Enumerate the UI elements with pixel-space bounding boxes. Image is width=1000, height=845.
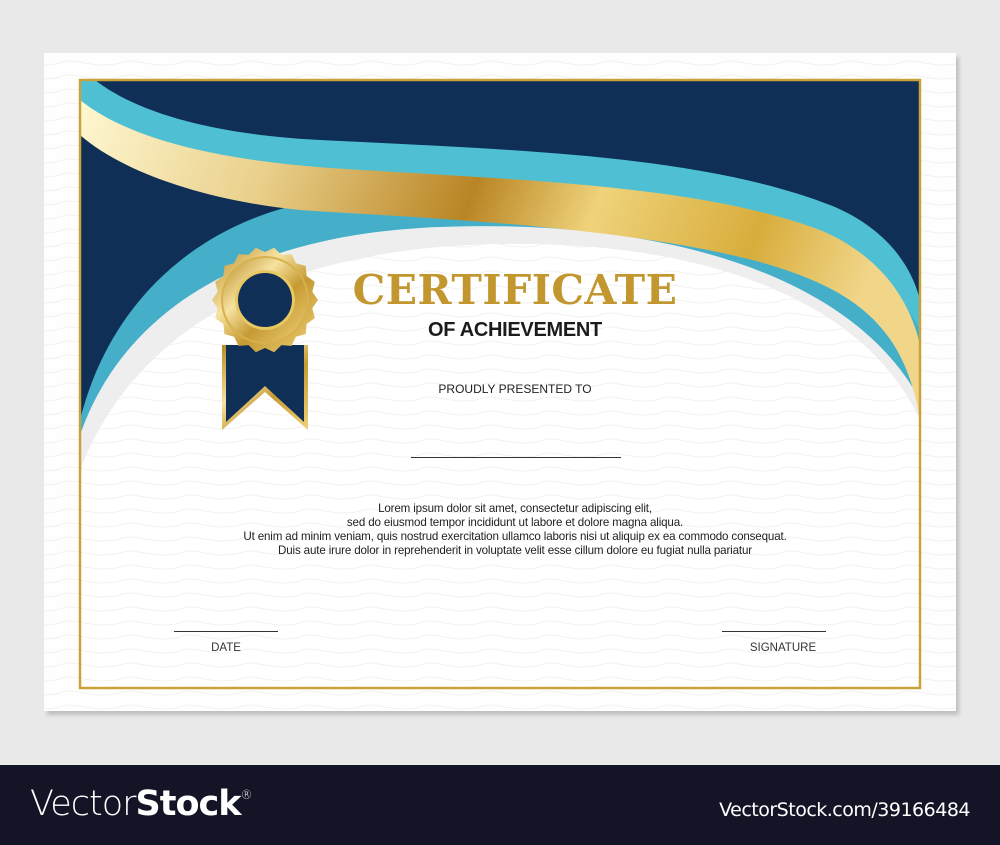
certificate-artwork <box>44 53 956 711</box>
date-line <box>174 631 278 632</box>
signature-line <box>722 631 826 632</box>
certificate-title: CERTIFICATE <box>352 266 678 314</box>
body-line: Duis aute irure dolor in reprehenderit i… <box>278 544 752 557</box>
certificate-subtitle: OF ACHIEVEMENT <box>428 319 602 341</box>
registered-mark: ® <box>240 788 253 802</box>
signature-label: SIGNATURE <box>749 642 817 654</box>
vectorstock-logo: VectorStock® <box>30 784 253 824</box>
date-label: DATE <box>211 642 241 654</box>
body-line: Lorem ipsum dolor sit amet, consectetur … <box>378 502 652 515</box>
presented-to-label: PROUDLY PRESENTED TO <box>438 382 592 396</box>
certificate-body: Lorem ipsum dolor sit amet, consectetur … <box>15 502 1000 558</box>
body-line: Ut enim ad minim veniam, quis nostrud ex… <box>243 530 787 543</box>
logo-light-text: Vector <box>30 784 137 824</box>
footer-url: VectorStock.com/39166484 <box>719 799 970 821</box>
recipient-name-line <box>411 457 621 458</box>
logo-bold-text: Stock <box>135 784 242 824</box>
body-line: sed do eiusmod tempor incididunt ut labo… <box>346 516 684 529</box>
